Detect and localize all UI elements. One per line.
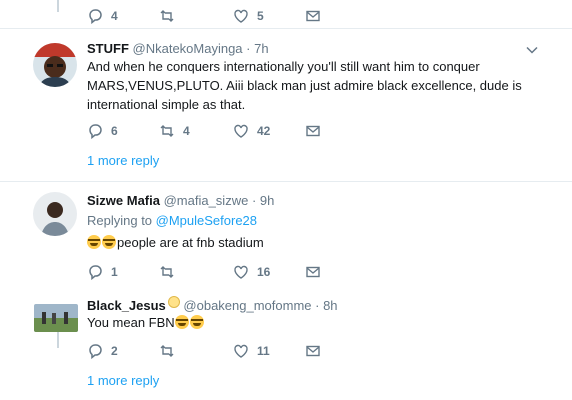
retweet-button[interactable]: 4 bbox=[159, 121, 190, 141]
laughing-emoji-icon bbox=[102, 235, 116, 249]
show-more-replies-link[interactable]: 1 more reply bbox=[87, 373, 159, 388]
action-bar-top: 4 5 bbox=[87, 6, 367, 26]
tweet-header: STUFF @NkatekoMayinga · 7h bbox=[87, 41, 269, 56]
retweet-button[interactable] bbox=[159, 262, 183, 282]
tweet-text: You mean FBN bbox=[87, 313, 527, 332]
message-button[interactable] bbox=[305, 6, 329, 26]
heart-icon bbox=[234, 124, 248, 138]
tweet-text-line: MARS,VENUS,PLUTO. Aiii black man just ad… bbox=[87, 78, 522, 93]
envelope-icon bbox=[306, 125, 320, 137]
heart-icon bbox=[234, 344, 248, 358]
like-count: 42 bbox=[257, 124, 271, 138]
like-count: 11 bbox=[257, 344, 270, 358]
retweet-button[interactable] bbox=[159, 6, 183, 26]
timestamp[interactable]: · 7h bbox=[246, 41, 268, 56]
tweet-header: Black_Jesus @obakeng_mofomme · 8h bbox=[87, 296, 338, 313]
thread-line-top bbox=[57, 0, 59, 12]
retweet-icon bbox=[160, 266, 174, 278]
envelope-icon bbox=[306, 10, 320, 22]
username[interactable]: @mafia_sizwe bbox=[164, 193, 249, 208]
laughing-emoji-icon bbox=[87, 235, 101, 249]
timestamp[interactable]: · 8h bbox=[315, 298, 337, 313]
retweet-icon bbox=[160, 345, 174, 357]
message-button[interactable] bbox=[305, 341, 329, 361]
avatar[interactable] bbox=[33, 43, 77, 87]
retweet-count: 4 bbox=[183, 124, 190, 138]
message-button[interactable] bbox=[305, 262, 329, 282]
laughing-emoji-icon bbox=[174, 315, 189, 329]
angel-emoji-icon bbox=[167, 296, 180, 308]
replying-to-handle-link[interactable]: @MpuleSefore28 bbox=[156, 213, 257, 228]
like-button[interactable]: 16 bbox=[233, 262, 270, 282]
action-bar: 6 4 42 bbox=[87, 121, 367, 141]
reply-button[interactable]: 2 bbox=[87, 341, 118, 361]
tweet-text-content: You mean FBN bbox=[87, 315, 175, 330]
reply-count: 1 bbox=[111, 265, 118, 279]
tweet-text-line: And when he conquers internationally you… bbox=[87, 59, 480, 74]
replying-to-label: Replying to bbox=[87, 213, 156, 228]
message-button[interactable] bbox=[305, 121, 329, 141]
retweet-button[interactable] bbox=[159, 341, 183, 361]
reply-icon bbox=[89, 9, 102, 24]
laughing-emoji-icon bbox=[189, 315, 204, 329]
heart-icon bbox=[234, 9, 248, 23]
retweet-icon bbox=[160, 125, 174, 137]
reply-icon bbox=[89, 124, 102, 139]
chevron-down-icon[interactable] bbox=[525, 43, 539, 57]
avatar[interactable] bbox=[33, 192, 77, 236]
username[interactable]: @NkatekoMayinga bbox=[133, 41, 243, 56]
reply-icon bbox=[89, 344, 102, 359]
envelope-icon bbox=[306, 345, 320, 357]
avatar-image bbox=[33, 43, 77, 87]
reply-count: 6 bbox=[111, 124, 118, 138]
tweet-text-line: international simple as that. bbox=[87, 97, 246, 112]
action-bar: 1 16 bbox=[87, 262, 367, 282]
display-name[interactable]: Sizwe Mafia bbox=[87, 193, 160, 208]
like-button[interactable]: 42 bbox=[233, 121, 270, 141]
like-button[interactable]: 5 bbox=[233, 6, 264, 26]
like-button[interactable]: 11 bbox=[233, 341, 270, 361]
timestamp[interactable]: · 9h bbox=[252, 193, 274, 208]
action-bar: 2 11 bbox=[87, 341, 367, 361]
avatar-image bbox=[34, 304, 78, 332]
reply-button[interactable]: 6 bbox=[87, 121, 118, 141]
replying-to: Replying to @MpuleSefore28 bbox=[87, 213, 257, 228]
tweet-sizwe-mafia[interactable]: Sizwe Mafia @mafia_sizwe · 9h Replying t… bbox=[0, 182, 572, 286]
like-count: 5 bbox=[257, 9, 264, 23]
tweet-text-content: people are at fnb stadium bbox=[117, 235, 264, 250]
tweet-text: And when he conquers internationally you… bbox=[87, 57, 527, 114]
reply-button[interactable]: 4 bbox=[87, 6, 118, 26]
reply-icon bbox=[89, 265, 102, 280]
tweet-stuff[interactable]: STUFF @NkatekoMayinga · 7h And when he c… bbox=[0, 29, 572, 182]
envelope-icon bbox=[306, 266, 320, 278]
heart-icon bbox=[234, 265, 248, 279]
reply-count: 2 bbox=[111, 344, 118, 358]
retweet-icon bbox=[160, 10, 174, 22]
like-count: 16 bbox=[257, 265, 271, 279]
username[interactable]: @obakeng_mofomme bbox=[183, 298, 311, 313]
avatar-image bbox=[33, 192, 77, 236]
tweet-black-jesus[interactable]: Black_Jesus @obakeng_mofomme · 8h You me… bbox=[0, 286, 572, 400]
tweet-text: people are at fnb stadium bbox=[87, 233, 527, 252]
avatar[interactable] bbox=[34, 304, 78, 332]
display-name[interactable]: Black_Jesus bbox=[87, 298, 166, 313]
show-more-replies-link[interactable]: 1 more reply bbox=[87, 153, 159, 168]
reply-button[interactable]: 1 bbox=[87, 262, 118, 282]
display-name[interactable]: STUFF bbox=[87, 41, 129, 56]
reply-count: 4 bbox=[111, 9, 118, 23]
tweet-header: Sizwe Mafia @mafia_sizwe · 9h bbox=[87, 193, 274, 208]
